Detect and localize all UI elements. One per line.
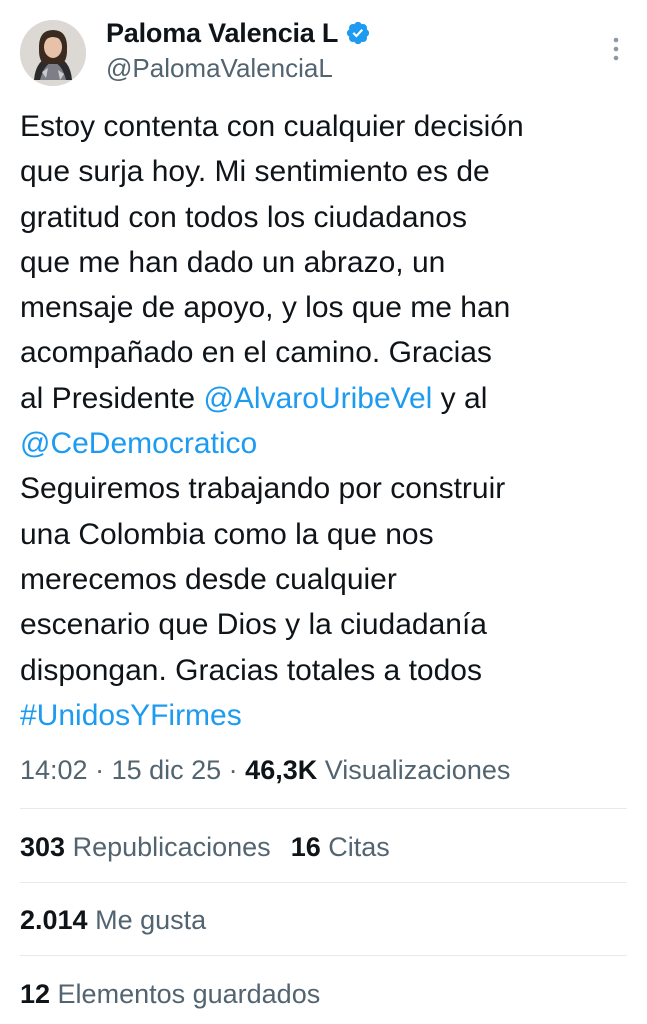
reposts-count: 303 xyxy=(20,832,66,862)
tweet-text-line: #UnidosYFirmes xyxy=(20,693,632,738)
display-name[interactable]: Paloma Valencia L xyxy=(106,18,338,49)
reposts-stat[interactable]: 303 Republicaciones xyxy=(20,827,271,867)
divider xyxy=(20,808,627,809)
avatar-image xyxy=(20,20,86,86)
reposts-label: Republicaciones xyxy=(65,832,271,862)
divider xyxy=(20,882,627,883)
tweet-text-fragment: y al xyxy=(432,381,488,415)
bookmarks-count: 12 xyxy=(20,979,51,1009)
likes-count: 2.014 xyxy=(20,905,88,935)
avatar[interactable] xyxy=(20,20,86,86)
tweet-text-fragment: al Presidente xyxy=(20,381,204,415)
bookmarks-stat[interactable]: 12 Elementos guardados xyxy=(20,974,320,1014)
tweet-text-line: gratitud con todos los ciudadanos xyxy=(20,200,467,234)
hashtag-link[interactable]: #UnidosYFirmes xyxy=(20,699,242,732)
display-name-row: Paloma Valencia L xyxy=(106,14,371,52)
tweet-text-line: una Colombia como la que nos xyxy=(20,517,434,551)
author-block: Paloma Valencia L @PalomaValenciaL xyxy=(106,14,371,84)
tweet-text-line: que surja hoy. Mi sentimiento es de xyxy=(20,155,490,189)
tweet-header: Paloma Valencia L @PalomaValenciaL xyxy=(0,0,647,100)
stats-row-likes: 2.014 Me gusta xyxy=(20,900,206,940)
likes-label: Me gusta xyxy=(87,905,207,935)
views-label: Visualizaciones xyxy=(317,755,511,785)
mention-link-alvarouribevel[interactable]: @AlvaroUribeVel xyxy=(203,382,432,415)
tweet-time[interactable]: 14:02 xyxy=(20,755,88,785)
stats-row-bookmarks: 12 Elementos guardados xyxy=(20,974,320,1014)
quotes-stat[interactable]: 16 Citas xyxy=(291,827,390,867)
tweet-text: Estoy contenta con cualquier decisión qu… xyxy=(20,104,632,738)
divider xyxy=(20,955,627,956)
verified-badge-icon xyxy=(345,20,371,46)
tweet-text-line: acompañado en el camino. Gracias xyxy=(20,336,492,370)
bookmarks-label: Elementos guardados xyxy=(50,979,321,1009)
tweet-text-line: merecemos desde cualquier xyxy=(20,562,397,596)
tweet-meta: 14:02 · 15 dic 25 · 46,3K Visualizacione… xyxy=(20,750,510,790)
tweet-text-line: Seguiremos trabajando por construir xyxy=(20,472,506,506)
tweet-text-line: que me han dado un abrazo, un xyxy=(20,245,446,279)
author-handle[interactable]: @PalomaValenciaL xyxy=(106,53,371,84)
mention-link-cedemocratico[interactable]: @CeDemocratico xyxy=(20,427,257,460)
quotes-label: Citas xyxy=(320,832,390,862)
tweet-text-line: Estoy contenta con cualquier decisión xyxy=(20,110,524,143)
likes-stat[interactable]: 2.014 Me gusta xyxy=(20,900,206,940)
more-options-icon[interactable] xyxy=(611,36,621,62)
tweet-text-line: escenario que Dios y la ciudadanía xyxy=(20,608,487,642)
tweet-text-line: al Presidente @AlvaroUribeVel y al xyxy=(20,376,632,421)
tweet-text-line: dispongan. Gracias totales a todos xyxy=(20,653,482,687)
stats-row-reposts-quotes: 303 Republicaciones 16 Citas xyxy=(20,827,390,867)
tweet-date[interactable]: 15 dic 25 xyxy=(112,755,222,785)
quotes-count: 16 xyxy=(290,832,321,862)
views-count: 46,3K xyxy=(245,755,318,785)
tweet-text-line: @CeDemocratico xyxy=(20,421,632,466)
tweet-text-line: mensaje de apoyo, y los que me han xyxy=(20,291,511,325)
meta-separator: · xyxy=(87,755,112,785)
meta-separator: · xyxy=(221,755,246,785)
